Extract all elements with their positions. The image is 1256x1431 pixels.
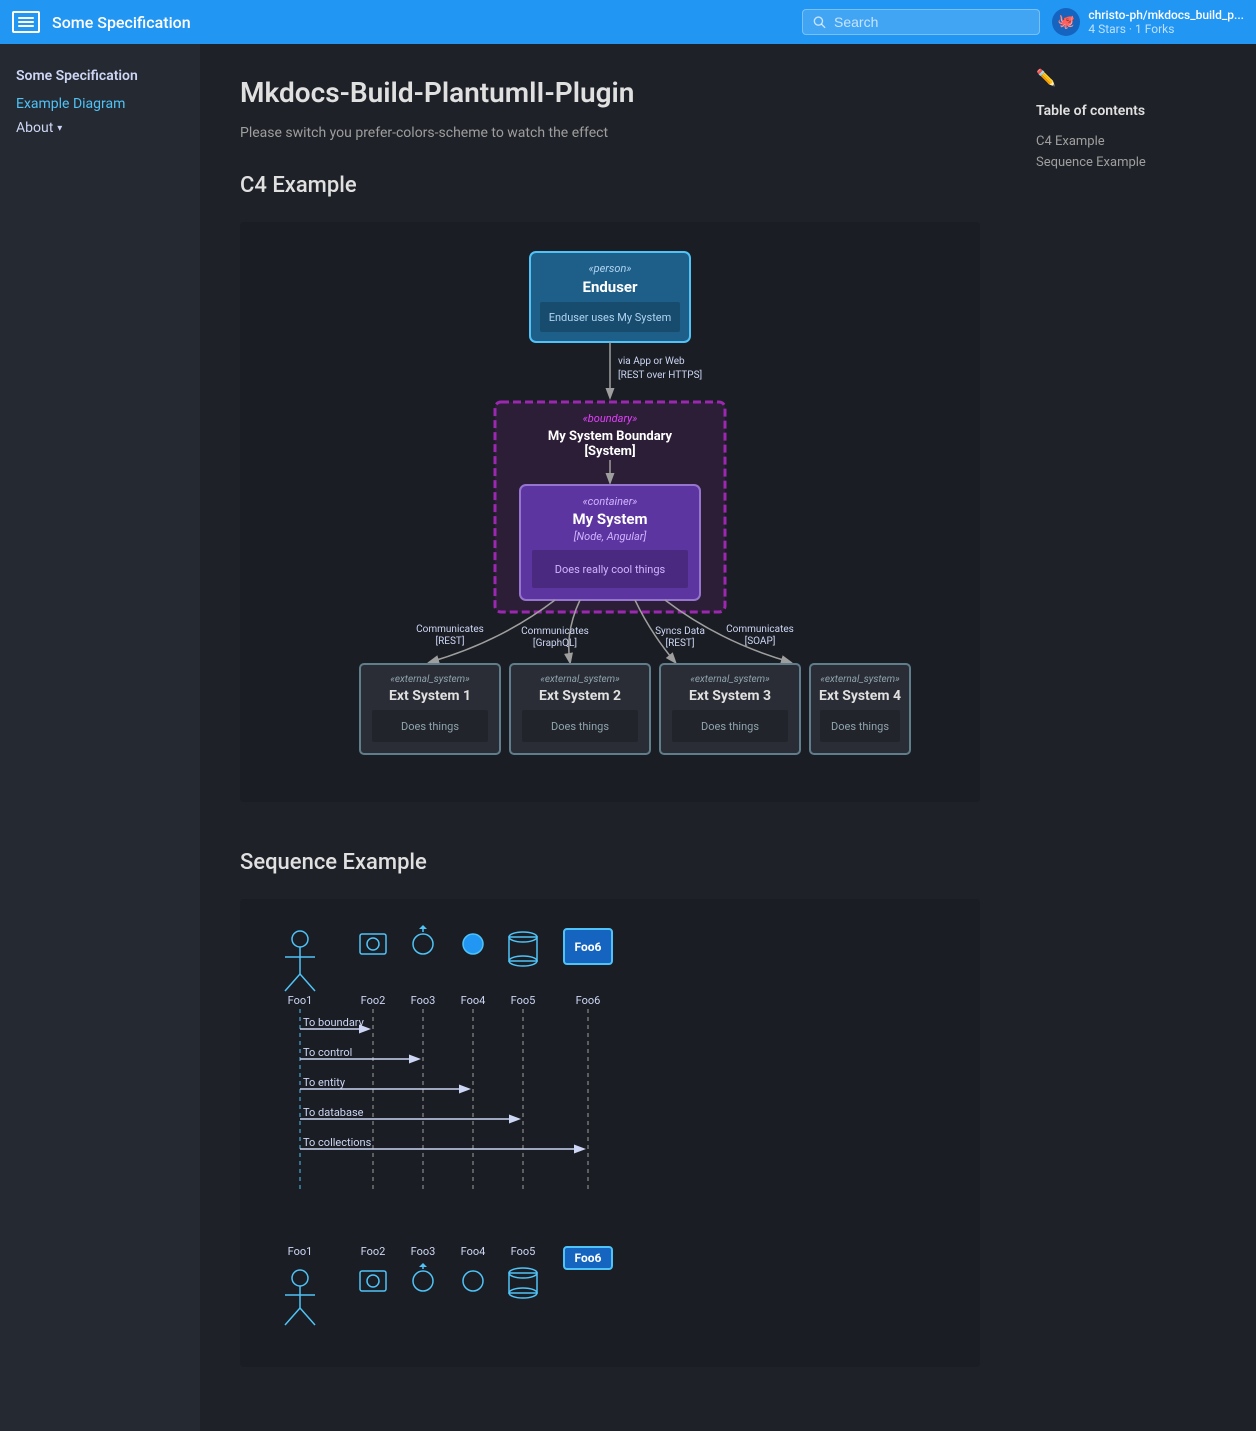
user-details: christo-ph/mkdocs_build_p... 4 Stars · 1… [1088,8,1244,36]
svg-text:Foo4: Foo4 [461,1245,486,1258]
svg-text:My System: My System [572,510,647,528]
svg-text:To database: To database [303,1106,364,1119]
svg-text:Foo2: Foo2 [361,1245,386,1258]
app-header: Some Specification 🐙 christo-ph/mkdocs_b… [0,0,1256,44]
toc-link-sequence[interactable]: Sequence Example [1036,152,1204,173]
svg-text:Communicates: Communicates [521,626,589,637]
search-bar[interactable] [802,9,1040,35]
svg-text:«external_system»: «external_system» [820,674,900,685]
c4-section-title: C4 Example [240,173,980,198]
svg-text:To control: To control [303,1046,352,1059]
svg-text:Does really cool things: Does really cool things [555,563,666,576]
svg-text:Ext System 2: Ext System 2 [539,688,621,704]
svg-text:Foo2: Foo2 [361,994,386,1007]
svg-text:To boundary: To boundary [303,1016,365,1029]
svg-text:via App or Web: via App or Web [618,356,685,367]
chevron-down-icon: ▾ [57,123,62,134]
svg-text:Foo4: Foo4 [461,994,486,1007]
svg-text:Enduser uses My System: Enduser uses My System [549,311,672,324]
svg-text:Does things: Does things [701,720,759,733]
svg-text:My System Boundary: My System Boundary [548,429,673,444]
svg-text:Foo5: Foo5 [511,1245,536,1258]
svg-text:[REST]: [REST] [665,637,694,649]
user-avatar: 🐙 [1052,8,1080,36]
c4-svg: «person» Enduser Enduser uses My System … [300,242,920,782]
user-meta: 4 Stars · 1 Forks [1088,22,1244,36]
svg-text:Foo3: Foo3 [411,1245,436,1258]
toc-title: Table of contents [1036,103,1204,119]
svg-text:Foo1: Foo1 [288,994,313,1007]
svg-text:Enduser: Enduser [583,278,638,296]
svg-text:Ext System 4: Ext System 4 [819,688,901,704]
svg-text:[GraphQL]: [GraphQL] [533,637,577,649]
svg-text:Communicates: Communicates [416,624,484,635]
svg-text:Foo5: Foo5 [511,994,536,1007]
svg-text:[Node, Angular]: [Node, Angular] [574,530,647,543]
c4-diagram: «person» Enduser Enduser uses My System … [240,222,980,802]
svg-text:Does things: Does things [831,720,889,733]
sequence-diagram: Foo1 Foo2 Foo3 Foo4 Foo5 [240,899,980,1367]
svg-text:To collections: To collections [303,1136,372,1149]
sidebar-item-example-diagram[interactable]: Example Diagram [16,92,184,116]
table-of-contents: ✏️ Table of contents C4 Example Sequence… [1020,44,1220,1431]
sidebar: Some Specification Example Diagram About… [0,44,200,1431]
sequence-svg: Foo1 Foo2 Foo3 Foo4 Foo5 [260,919,840,1239]
svg-text:Syncs Data: Syncs Data [655,626,705,637]
page-title: Mkdocs-Build-PlantumlI-Plugin [240,76,980,109]
svg-text:[SOAP]: [SOAP] [745,635,776,647]
svg-text:Foo6: Foo6 [575,1251,602,1265]
toc-link-c4[interactable]: C4 Example [1036,131,1204,152]
svg-text:«person»: «person» [589,262,632,275]
sidebar-title: Some Specification [16,68,184,84]
svg-text:«external_system»: «external_system» [540,674,620,685]
page-layout: Some Specification Example Diagram About… [0,44,1256,1431]
svg-text:Foo6: Foo6 [575,940,602,954]
svg-text:Does things: Does things [401,720,459,733]
main-content: Mkdocs-Build-PlantumlI-Plugin Please swi… [200,44,1020,1431]
svg-text:«boundary»: «boundary» [583,412,638,425]
svg-text:[REST]: [REST] [435,635,464,647]
sidebar-about-label: About [16,120,53,136]
page-subtitle: Please switch you prefer-colors-scheme t… [240,125,980,141]
svg-text:Foo3: Foo3 [411,994,436,1007]
svg-text:«external_system»: «external_system» [690,674,770,685]
search-input[interactable] [834,14,1029,30]
search-icon [813,15,826,29]
svg-text:Does things: Does things [551,720,609,733]
user-info[interactable]: 🐙 christo-ph/mkdocs_build_p... 4 Stars ·… [1052,8,1244,36]
svg-text:«container»: «container» [583,495,638,508]
svg-text:To entity: To entity [303,1076,346,1089]
svg-text:Ext System 1: Ext System 1 [389,688,471,704]
edit-icon[interactable]: ✏️ [1036,68,1204,87]
svg-text:Ext System 3: Ext System 3 [689,688,771,704]
svg-text:Communicates: Communicates [726,624,794,635]
site-title: Some Specification [52,13,790,32]
svg-text:«external_system»: «external_system» [390,674,470,685]
sequence-section-title: Sequence Example [240,850,980,875]
svg-text:[System]: [System] [584,443,635,459]
user-name: christo-ph/mkdocs_build_p... [1088,8,1244,22]
logo-icon[interactable] [12,11,40,33]
svg-text:Foo1: Foo1 [288,1245,313,1258]
svg-text:[REST over HTTPS]: [REST over HTTPS] [618,369,702,381]
sequence-svg-bottom: Foo1 Foo2 Foo3 Foo4 Foo5 Foo6 [260,1243,840,1343]
sidebar-item-about[interactable]: About ▾ [16,116,184,140]
svg-text:Foo6: Foo6 [576,994,601,1007]
